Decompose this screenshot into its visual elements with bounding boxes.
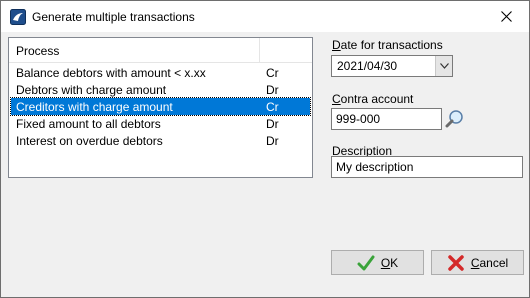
title-bar: Generate multiple transactions (1, 1, 529, 32)
contra-account-field[interactable]: 999-000 (331, 108, 442, 130)
lookup-button[interactable] (444, 108, 466, 130)
contra-account-value: 999-000 (336, 112, 381, 126)
process-name: Interest on overdue debtors (16, 134, 163, 148)
process-list[interactable]: Process Balance debtors with amount < x.… (8, 37, 313, 178)
column-divider[interactable] (259, 38, 260, 62)
list-item-selected[interactable]: Creditors with charge amount Cr (10, 97, 311, 116)
process-type: Cr (266, 100, 279, 114)
cancel-label: Cancel (470, 255, 509, 270)
date-combo[interactable]: 2021/04/30 (331, 55, 453, 77)
process-type: Dr (266, 117, 279, 131)
column-header-process[interactable]: Process (16, 44, 59, 58)
close-icon (500, 11, 512, 22)
process-type: Cr (266, 66, 279, 80)
dialog-window: Generate multiple transactions Process B… (0, 0, 530, 298)
process-name: Debtors with charge amount (16, 83, 167, 97)
description-value: My description (336, 160, 414, 174)
list-item[interactable]: Debtors with charge amount Dr (11, 81, 310, 98)
window-title: Generate multiple transactions (32, 10, 195, 24)
process-name: Creditors with charge amount (16, 100, 173, 114)
date-label: Date for transactions (332, 38, 443, 52)
list-header: Process (9, 38, 312, 63)
date-dropdown-button[interactable] (435, 56, 452, 76)
date-value: 2021/04/30 (337, 59, 398, 73)
magnifier-icon (445, 110, 463, 128)
contra-account-label: Contra account (332, 92, 414, 106)
process-type: Dr (266, 134, 279, 148)
checkmark-icon (357, 255, 375, 270)
ok-button[interactable]: OK (331, 250, 424, 275)
close-button[interactable] (483, 1, 529, 32)
process-name: Fixed amount to all debtors (16, 117, 161, 131)
list-item[interactable]: Fixed amount to all debtors Dr (11, 115, 310, 132)
cancel-x-icon (448, 254, 464, 271)
app-icon (10, 9, 26, 25)
description-field[interactable]: My description (331, 156, 523, 178)
list-item[interactable]: Interest on overdue debtors Dr (11, 132, 310, 149)
ok-label: OK (380, 255, 399, 270)
list-item[interactable]: Balance debtors with amount < x.xx Cr (11, 64, 310, 81)
chevron-down-icon (439, 63, 449, 69)
process-name: Balance debtors with amount < x.xx (16, 66, 206, 80)
cancel-button[interactable]: Cancel (431, 250, 524, 275)
process-type: Dr (266, 83, 279, 97)
